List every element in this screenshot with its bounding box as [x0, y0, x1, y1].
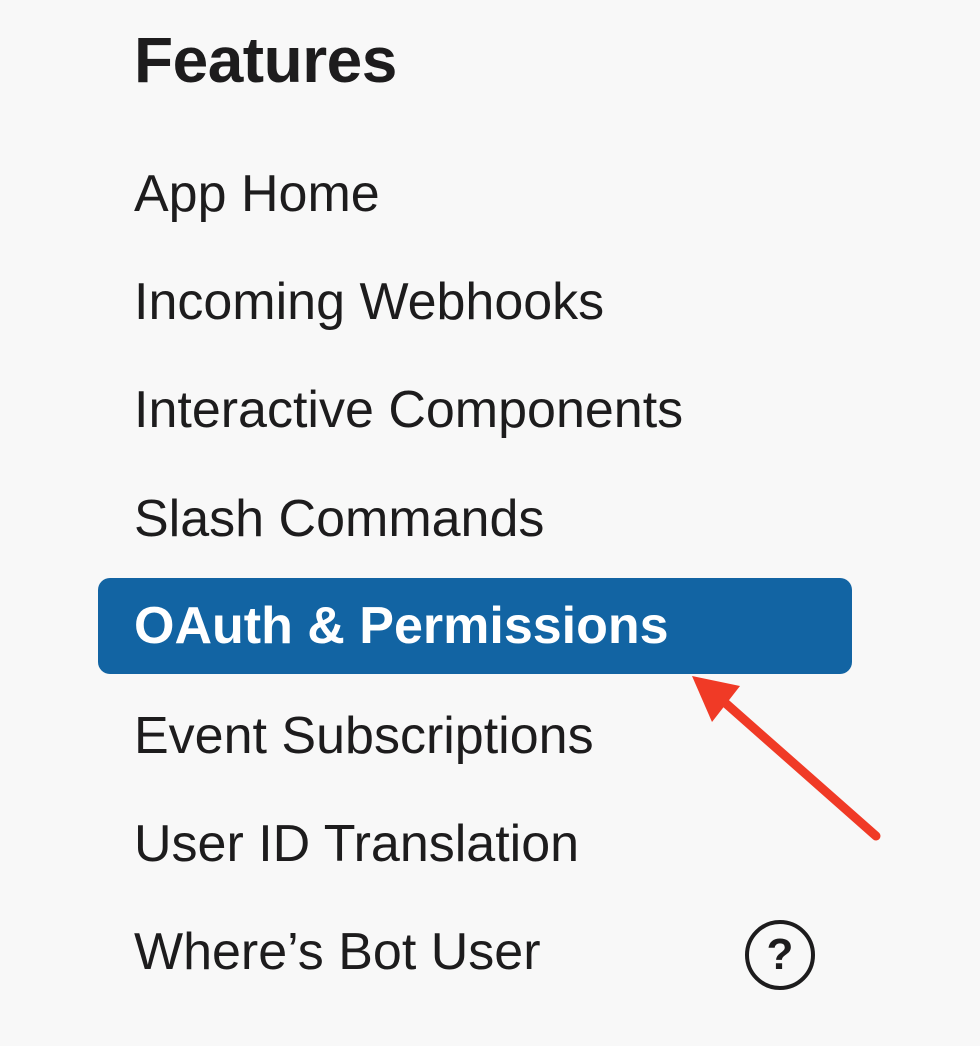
section-title: Features	[134, 24, 397, 96]
sidebar-item-user-id-translation[interactable]: User ID Translation	[98, 796, 852, 892]
question-circle-icon[interactable]: ?	[745, 920, 815, 990]
sidebar-item-slash-commands[interactable]: Slash Commands	[98, 471, 852, 567]
sidebar-item-oauth-permissions[interactable]: OAuth & Permissions	[98, 578, 852, 674]
sidebar-item-event-subscriptions[interactable]: Event Subscriptions	[98, 688, 852, 784]
sidebar-item-wheres-bot-user[interactable]: Where’s Bot User	[98, 904, 852, 1000]
features-sidebar: Features App Home Incoming Webhooks Inte…	[0, 0, 980, 1046]
sidebar-item-interactive-components[interactable]: Interactive Components	[98, 362, 852, 458]
sidebar-item-app-home[interactable]: App Home	[98, 146, 852, 242]
sidebar-item-incoming-webhooks[interactable]: Incoming Webhooks	[98, 254, 852, 350]
